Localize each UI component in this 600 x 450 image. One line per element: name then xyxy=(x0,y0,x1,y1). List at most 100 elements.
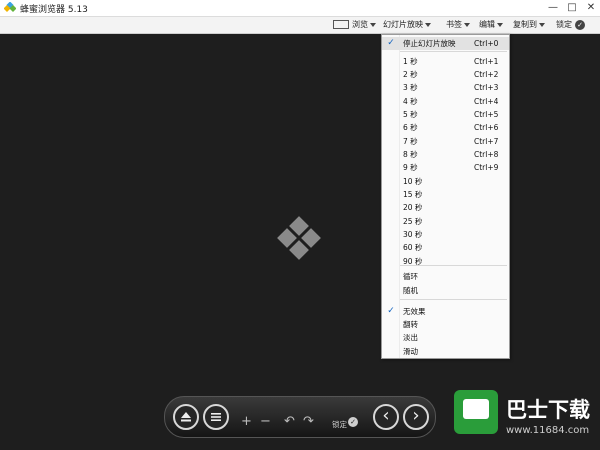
slideshow-menu-item[interactable]: 25 秒 xyxy=(382,215,509,228)
menu-item-label: 10 秒 xyxy=(403,177,423,186)
menu-item-label: 循环 xyxy=(403,272,418,281)
menu-item-shortcut: Ctrl+4 xyxy=(474,97,499,106)
slideshow-menu-item[interactable]: 翻转 xyxy=(382,318,509,331)
menu-item-shortcut: Ctrl+2 xyxy=(474,70,499,79)
menu-item-label: 无效果 xyxy=(403,307,426,316)
watermark-url: www.11684.com xyxy=(506,425,590,436)
menu-icon xyxy=(211,413,221,421)
toolbar: 浏览 幻灯片放映 书签 编辑 复制到 锁定 ✓ xyxy=(0,17,600,34)
window-title: 蜂蜜浏览器 5.13 xyxy=(20,5,88,15)
slideshow-menu-item[interactable]: 3 秒 Ctrl+3 xyxy=(382,81,509,94)
chevron-down-icon xyxy=(464,22,470,27)
menu-item-label: 1 秒 xyxy=(403,57,418,66)
slideshow-menu-item[interactable]: 6 秒 Ctrl+6 xyxy=(382,121,509,134)
slideshow-menu-item[interactable]: 10 秒 xyxy=(382,175,509,188)
chevron-left-icon: ‹ xyxy=(382,405,390,426)
view-menu-button[interactable]: 浏览 xyxy=(333,18,376,32)
minimize-button[interactable]: — xyxy=(544,0,562,16)
chevron-down-icon xyxy=(370,22,376,27)
slideshow-menu-item[interactable]: 4 秒 Ctrl+4 xyxy=(382,95,509,108)
watermark: 巴士下载 www.11684.com xyxy=(450,388,600,450)
menu-item-label: 9 秒 xyxy=(403,163,418,172)
chevron-down-icon xyxy=(539,22,545,27)
slideshow-menu-item[interactable]: 7 秒 Ctrl+7 xyxy=(382,135,509,148)
menu-item-shortcut: Ctrl+0 xyxy=(474,39,499,48)
menu-item-label: 90 秒 xyxy=(403,257,423,266)
chevron-down-icon xyxy=(497,22,503,27)
app-placeholder-logo-icon xyxy=(277,216,321,260)
menu-separator xyxy=(400,51,507,52)
menu-item-label: 3 秒 xyxy=(403,83,418,92)
slideshow-menu-item[interactable]: 20 秒 xyxy=(382,201,509,214)
rotate-left-icon[interactable]: ↶ xyxy=(284,415,295,429)
menu-item-label: 4 秒 xyxy=(403,97,418,106)
watermark-title: 巴士下载 xyxy=(506,398,590,422)
lock-button[interactable]: 锁定 ✓ xyxy=(556,18,585,32)
title-bar: 蜂蜜浏览器 5.13 — □ ✕ xyxy=(0,0,600,17)
close-button[interactable]: ✕ xyxy=(582,0,600,16)
check-circle-icon: ✓ xyxy=(575,19,585,30)
previous-button[interactable]: ‹ xyxy=(373,404,399,430)
slideshow-menu-item[interactable]: 1 秒 Ctrl+1 xyxy=(382,55,509,68)
slideshow-menu-item[interactable]: 5 秒 Ctrl+5 xyxy=(382,108,509,121)
menu-separator xyxy=(400,265,507,266)
bookmarks-label: 书签 xyxy=(446,20,462,29)
slideshow-menu-item[interactable]: 60 秒 xyxy=(382,241,509,254)
zoom-in-icon[interactable]: + xyxy=(241,415,252,429)
slideshow-menu-item[interactable]: 8 秒 Ctrl+8 xyxy=(382,148,509,161)
copy-to-menu-button[interactable]: 复制到 xyxy=(513,18,545,32)
slideshow-menu-item[interactable]: 随机 xyxy=(382,284,509,297)
menu-separator xyxy=(400,299,507,300)
menu-item-label: 翻转 xyxy=(403,320,418,329)
menu-item-label: 停止幻灯片放映 xyxy=(403,39,456,48)
slideshow-menu-item[interactable]: 循环 xyxy=(382,270,509,283)
menu-item-label: 15 秒 xyxy=(403,190,423,199)
slideshow-menu-item[interactable]: 滑动 xyxy=(382,345,509,358)
edit-menu-button[interactable]: 编辑 xyxy=(479,18,503,32)
chevron-right-icon: › xyxy=(412,405,420,426)
view-label: 浏览 xyxy=(352,20,368,29)
menu-item-shortcut: Ctrl+8 xyxy=(474,150,499,159)
chevron-down-icon xyxy=(425,22,431,27)
zoom-out-icon[interactable]: − xyxy=(260,415,271,429)
edit-label: 编辑 xyxy=(479,20,495,29)
bookmarks-menu-button[interactable]: 书签 xyxy=(446,18,470,32)
menu-item-label: 滑动 xyxy=(403,347,418,356)
menu-item-shortcut: Ctrl+6 xyxy=(474,123,499,132)
watermark-logo-icon xyxy=(454,390,498,434)
maximize-button[interactable]: □ xyxy=(563,0,581,16)
lock-label: 锁定 xyxy=(556,20,572,29)
slideshow-menu-item[interactable]: 15 秒 xyxy=(382,188,509,201)
menu-button[interactable] xyxy=(203,404,229,430)
menu-item-shortcut: Ctrl+5 xyxy=(474,110,499,119)
menu-item-label: 8 秒 xyxy=(403,150,418,159)
slideshow-menu-item[interactable]: ✓ 无效果 xyxy=(382,305,509,318)
menu-item-label: 5 秒 xyxy=(403,110,418,119)
menu-item-label: 20 秒 xyxy=(403,203,423,212)
slideshow-menu-button[interactable]: 幻灯片放映 xyxy=(383,18,431,32)
menu-item-shortcut: Ctrl+3 xyxy=(474,83,499,92)
menu-item-label: 随机 xyxy=(403,286,418,295)
next-button[interactable]: › xyxy=(403,404,429,430)
check-icon: ✓ xyxy=(387,38,395,48)
slideshow-menu-item[interactable]: ✓ 停止幻灯片放映 Ctrl+0 xyxy=(382,37,509,50)
menu-item-shortcut: Ctrl+1 xyxy=(474,57,499,66)
slideshow-menu-item[interactable]: 2 秒 Ctrl+2 xyxy=(382,68,509,81)
slideshow-menu-item[interactable]: 30 秒 xyxy=(382,228,509,241)
bus-window-icon xyxy=(463,399,489,419)
slideshow-menu-item[interactable]: 9 秒 Ctrl+9 xyxy=(382,161,509,174)
rotate-right-icon[interactable]: ↷ xyxy=(303,415,314,429)
eject-button[interactable] xyxy=(173,404,199,430)
view-mode-icon xyxy=(333,20,349,29)
eject-icon xyxy=(181,412,191,422)
menu-item-label: 7 秒 xyxy=(403,137,418,146)
menu-item-label: 60 秒 xyxy=(403,243,423,252)
slideshow-menu-item[interactable]: 淡出 xyxy=(382,331,509,344)
lock-toggle-label[interactable]: 锁定 xyxy=(332,419,347,430)
menu-item-label: 6 秒 xyxy=(403,123,418,132)
menu-item-shortcut: Ctrl+9 xyxy=(474,163,499,172)
menu-item-label: 25 秒 xyxy=(403,217,423,226)
slideshow-menu-item[interactable]: 90 秒 xyxy=(382,255,509,268)
check-circle-icon[interactable]: ✓ xyxy=(348,417,358,427)
menu-item-label: 2 秒 xyxy=(403,70,418,79)
